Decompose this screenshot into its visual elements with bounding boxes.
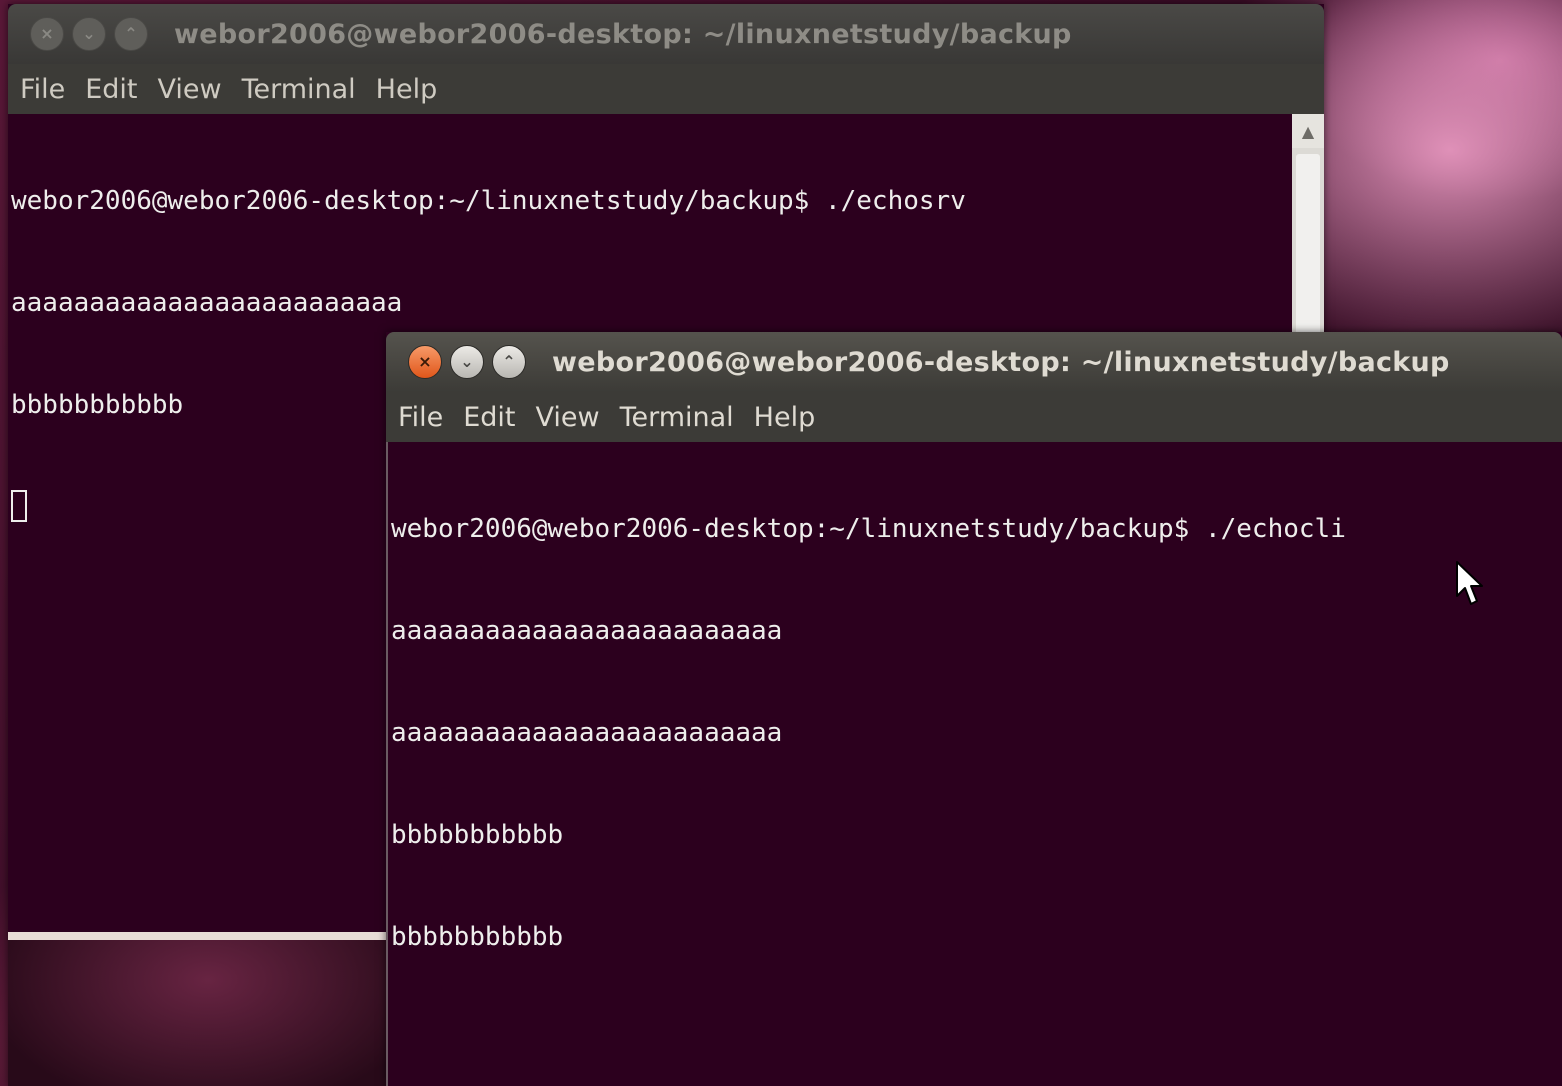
- menu-edit[interactable]: Edit: [75, 74, 147, 105]
- terminal-line: bbbbbbbbbbb: [391, 820, 564, 850]
- menu-help[interactable]: Help: [744, 402, 826, 433]
- menu-help[interactable]: Help: [366, 74, 448, 105]
- window-bottom-edge: [8, 932, 388, 940]
- menu-terminal[interactable]: Terminal: [610, 402, 744, 433]
- terminal-line: aaaaaaaaaaaaaaaaaaaaaaaaa: [11, 288, 403, 318]
- mouse-pointer-icon: [1456, 561, 1483, 605]
- menu-file[interactable]: File: [388, 402, 453, 433]
- window-title: webor2006@webor2006-desktop: ~/linuxnets…: [552, 346, 1450, 378]
- close-icon[interactable]: ×: [408, 345, 442, 379]
- terminal-line: aaaaaaaaaaaaaaaaaaaaaaaaa: [391, 718, 783, 748]
- window-title: webor2006@webor2006-desktop: ~/linuxnets…: [174, 18, 1072, 50]
- desktop-gap: [8, 940, 388, 1086]
- text-cursor: [11, 490, 27, 522]
- maximize-icon[interactable]: ⌃: [114, 17, 148, 51]
- menu-bar: File Edit View Terminal Help: [8, 64, 1324, 114]
- minimize-icon[interactable]: ⌄: [450, 345, 484, 379]
- window-controls: × ⌄ ⌃: [408, 345, 526, 379]
- menu-file[interactable]: File: [10, 74, 75, 105]
- terminal-window-client[interactable]: × ⌄ ⌃ webor2006@webor2006-desktop: ~/lin…: [386, 332, 1562, 1086]
- terminal-line: bbbbbbbbbbb: [391, 922, 564, 952]
- minimize-icon[interactable]: ⌄: [72, 17, 106, 51]
- terminal-line: aaaaaaaaaaaaaaaaaaaaaaaaa: [391, 616, 783, 646]
- menu-view[interactable]: View: [525, 402, 609, 433]
- window-controls: × ⌄ ⌃: [30, 17, 148, 51]
- terminal-line: webor2006@webor2006-desktop:~/linuxnetst…: [11, 186, 966, 216]
- menu-bar: File Edit View Terminal Help: [386, 392, 1562, 442]
- menu-terminal[interactable]: Terminal: [232, 74, 366, 105]
- title-bar[interactable]: × ⌄ ⌃ webor2006@webor2006-desktop: ~/lin…: [8, 4, 1324, 64]
- menu-view[interactable]: View: [147, 74, 231, 105]
- maximize-icon[interactable]: ⌃: [492, 345, 526, 379]
- menu-edit[interactable]: Edit: [453, 402, 525, 433]
- scroll-up-icon[interactable]: ▲: [1292, 114, 1324, 148]
- close-icon[interactable]: ×: [30, 17, 64, 51]
- title-bar[interactable]: × ⌄ ⌃ webor2006@webor2006-desktop: ~/lin…: [386, 332, 1562, 392]
- vertical-scrollbar[interactable]: ▲: [1292, 114, 1324, 336]
- scrollbar-thumb[interactable]: [1296, 154, 1320, 336]
- terminal-output[interactable]: webor2006@webor2006-desktop:~/linuxnetst…: [386, 442, 1562, 1086]
- terminal-line: webor2006@webor2006-desktop:~/linuxnetst…: [391, 514, 1346, 544]
